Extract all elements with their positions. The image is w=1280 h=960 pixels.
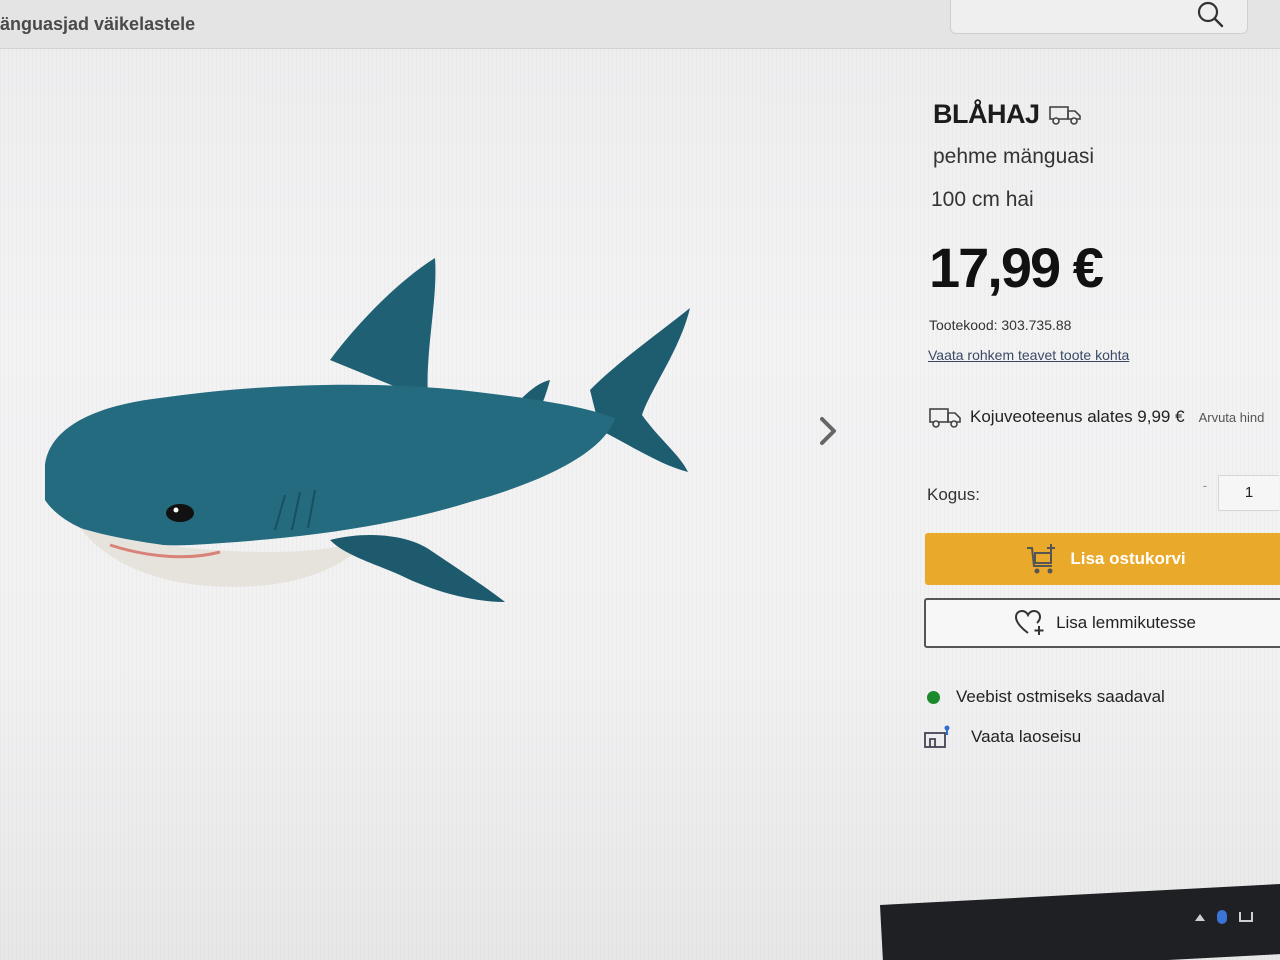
availability-dot-icon (927, 690, 940, 704)
cart-add-icon (1027, 544, 1056, 574)
truck-icon (929, 408, 961, 428)
quantity-decrease-button[interactable]: - (1195, 477, 1215, 507)
tray-expand-icon[interactable] (1195, 913, 1205, 921)
product-name: BLÅHAJ (933, 99, 1040, 129)
calculate-price-link[interactable]: Arvuta hind (1199, 410, 1265, 425)
product-price: 17,99 € (929, 236, 1104, 299)
delivery-text: Kojuveoteenus alates 9,99 € (970, 407, 1185, 426)
quantity-input[interactable]: 1 (1218, 475, 1279, 511)
availability-text: Veebist ostmiseks saadaval (956, 687, 1165, 706)
product-page: änguasjad väikelastele BLÅHAJ pehme mäng… (0, 0, 1280, 960)
system-tray (1195, 910, 1253, 924)
search-icon[interactable] (1195, 0, 1225, 29)
check-stock-link[interactable]: Vaata laoseisu (923, 725, 1081, 749)
chevron-right-icon[interactable] (815, 415, 841, 447)
product-size: 100 cm hai (931, 188, 1034, 211)
product-code: Tootekood: 303.735.88 (929, 317, 1072, 333)
more-info-link[interactable]: Vaata rohkem teavet toote kohta (928, 347, 1129, 363)
bluetooth-icon[interactable] (1217, 910, 1227, 924)
search-input[interactable] (950, 0, 1248, 34)
add-to-cart-label: Lisa ostukorvi (1070, 549, 1186, 568)
network-icon[interactable] (1239, 912, 1253, 922)
add-to-cart-button[interactable]: Lisa ostukorvi (925, 533, 1280, 585)
delivery-info: Kojuveoteenus alates 9,99 € Arvuta hind (928, 405, 1264, 429)
quantity-label: Kogus: (927, 485, 980, 504)
top-bar: änguasjad väikelastele (0, 0, 1280, 49)
heart-add-icon (1015, 609, 1044, 635)
shark-plush-image (45, 258, 690, 602)
product-type: pehme mänguasi (933, 145, 1095, 168)
breadcrumb[interactable]: änguasjad väikelastele (0, 14, 195, 35)
check-stock-label: Vaata laoseisu (971, 727, 1082, 746)
store-icon (924, 725, 950, 748)
truck-icon (1048, 105, 1081, 125)
add-to-favorites-button[interactable]: Lisa lemmikutesse (924, 598, 1280, 648)
product-name-row: BLÅHAJ (933, 99, 1082, 130)
add-to-favorites-label: Lisa lemmikutesse (1056, 613, 1196, 632)
online-availability: Veebist ostmiseks saadaval (927, 687, 1165, 707)
